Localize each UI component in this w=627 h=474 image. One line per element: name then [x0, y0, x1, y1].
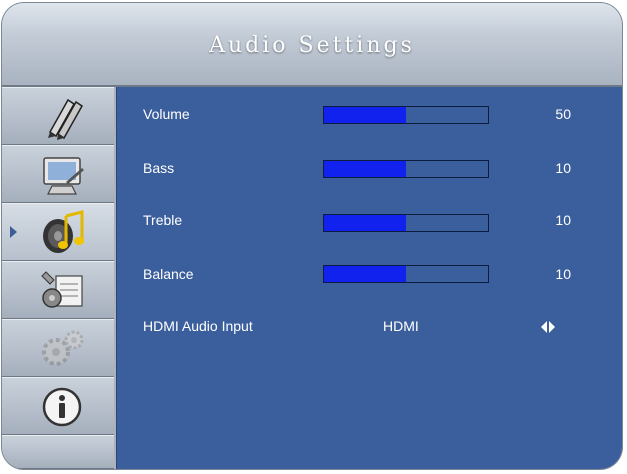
volume-slider-fill — [324, 107, 406, 123]
volume-slider[interactable] — [323, 106, 489, 124]
sidebar-item-audio[interactable] — [2, 203, 114, 261]
bass-value: 10 — [555, 160, 571, 176]
sidebar-item-advanced[interactable] — [2, 319, 114, 377]
sidebar-item-setup-tools[interactable] — [2, 261, 114, 319]
volume-label: Volume — [143, 106, 190, 122]
audio-settings-panel: Volume 50 Bass 10 Treble 10 Balance 10 H… — [116, 87, 622, 469]
pencils-icon — [48, 98, 83, 140]
balance-label: Balance — [143, 266, 194, 282]
osd-window: Audio Settings Volume 50 Bass 10 Treble … — [2, 3, 622, 469]
gears-icon — [42, 330, 84, 366]
balance-value: 10 — [555, 266, 571, 282]
bass-slider-fill — [324, 161, 406, 177]
tools-icon — [41, 271, 83, 308]
volume-value: 50 — [555, 106, 571, 122]
bass-slider[interactable] — [323, 160, 489, 178]
treble-slider-fill — [324, 215, 406, 231]
sidebar-item-picture-pencils[interactable] — [2, 87, 114, 145]
balance-slider-fill — [324, 266, 406, 282]
monitor-icon — [43, 157, 84, 195]
treble-slider[interactable] — [323, 214, 489, 232]
treble-label: Treble — [143, 212, 183, 228]
sidebar-item-display[interactable] — [2, 145, 114, 203]
sidebar — [2, 87, 114, 469]
hdmi-audio-input-label: HDMI Audio Input — [143, 318, 253, 334]
bass-label: Bass — [143, 160, 175, 176]
balance-slider[interactable] — [323, 265, 489, 283]
left-right-arrows-icon[interactable] — [541, 321, 555, 333]
info-icon — [42, 387, 82, 427]
selection-pointer-icon — [10, 226, 17, 238]
title-bar: Audio Settings — [2, 3, 622, 87]
music-note-icon — [43, 210, 84, 253]
page-title: Audio Settings — [209, 33, 415, 58]
hdmi-audio-input-value: HDMI — [383, 318, 419, 334]
sidebar-item-information[interactable] — [2, 377, 114, 435]
sidebar-filler — [2, 435, 114, 469]
treble-value: 10 — [555, 212, 571, 228]
